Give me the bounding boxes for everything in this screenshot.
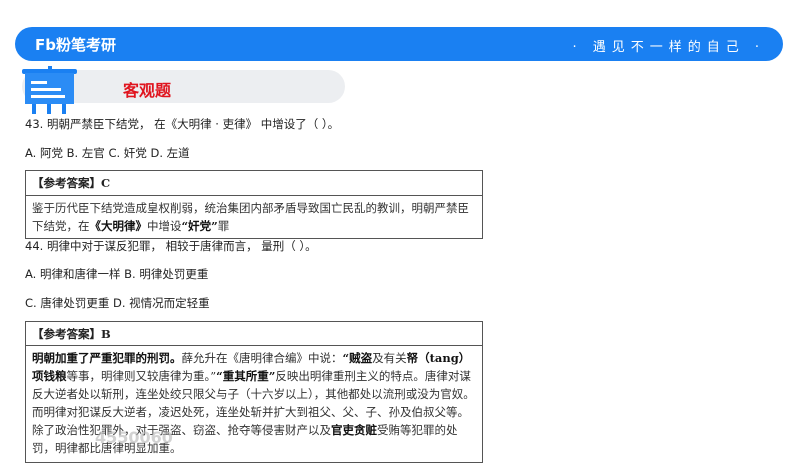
slogan: · 遇见不一样的自己 · xyxy=(572,40,765,55)
text: 《大明律》 xyxy=(89,219,148,233)
presentation-board-icon xyxy=(22,66,77,114)
text: 薛允升在《唐明律合编》中说： xyxy=(181,351,343,365)
question-43-options: A. 阿党 B. 左官 C. 奸党 D. 左道 xyxy=(25,146,190,160)
question-44-options-1: A. 明律和唐律一样 B. 明律处罚更重 xyxy=(25,267,209,281)
question-44-options-2: C. 唐律处罚更重 D. 视情况而定轻重 xyxy=(25,296,210,310)
text: “贼盗 xyxy=(342,351,373,365)
text: 明朝加重了严重犯罪的刑罚。 xyxy=(32,351,182,365)
header-bar: Fb粉笔考研 · 遇见不一样的自己 · xyxy=(15,27,783,61)
watermark: 4550060 xyxy=(95,428,173,447)
answer-box-44: 【参考答案】B 明朝加重了严重犯罪的刑罚。薛允升在《唐明律合编》中说：“贼盗及有… xyxy=(25,321,483,463)
text: 官吏贪赃 xyxy=(331,423,377,437)
answer-label: 【参考答案】B xyxy=(26,322,482,346)
answer-label: 【参考答案】C xyxy=(26,171,482,196)
question-44-stem: 44. 明律中对于谋反犯罪， 相较于唐律而言， 量刑（ ）。 xyxy=(25,239,317,253)
text: “奸党” xyxy=(181,219,218,233)
question-43-stem: 43. 明朝严禁臣下结党， 在《大明律 · 吏律》 中增设了（ ）。 xyxy=(25,117,340,131)
text: 等事，明律则又较唐律为重。” xyxy=(66,369,217,383)
answer-box-43: 【参考答案】C 鉴于历代臣下结党造成皇权削弱，统治集团内部矛盾导致国亡民乱的教训… xyxy=(25,170,483,239)
text: 及有关 xyxy=(372,351,407,365)
text: “重其所重” xyxy=(216,369,276,383)
section-title: 客观题 xyxy=(123,81,172,100)
logo: Fb粉笔考研 xyxy=(35,36,116,54)
explanation: 鉴于历代臣下结党造成皇权削弱，统治集团内部矛盾导致国亡民乱的教训，明朝严禁臣下结… xyxy=(26,196,482,238)
text: 中增设 xyxy=(147,219,182,233)
text: 罪 xyxy=(217,219,230,233)
